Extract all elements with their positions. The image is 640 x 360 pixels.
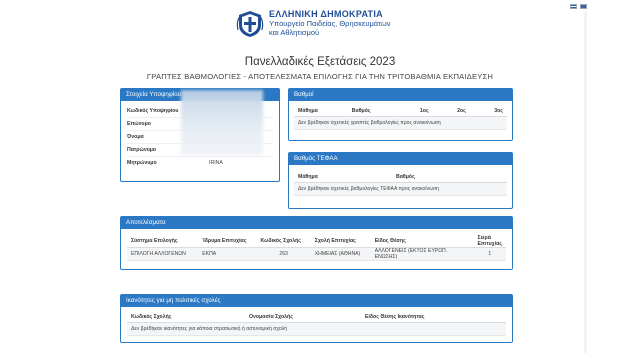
- mother-name-value: IRINA: [209, 160, 223, 166]
- eligibility-empty-message: Δεν βρέθηκαν ικανότητες για κάποια στρατ…: [127, 322, 506, 336]
- results-panel-heading: Αποτελέσματα: [121, 217, 512, 229]
- school-name-cell: ΧΗΜΕΙΑΣ (ΑΘΗΝΑ): [310, 247, 371, 261]
- selection-system-cell: ΕΠΙΛΟΓΗ ΑΛΛΟΓΕΝΩΝ: [127, 247, 199, 261]
- ministry-name-line2: και Αθλητισμού: [269, 28, 320, 37]
- tefaa-panel: Βαθμός ΤΕΦΑΑ Μάθημα Βαθμός Δεν βρέθηκαν …: [288, 152, 513, 209]
- column-header: 2ος: [453, 105, 491, 117]
- ministry-header: ΕΛΛΗΝΙΚΗ ΔΗΜΟΚΡΑΤΙΑ Υπουργείο Παιδείας, …: [235, 10, 391, 38]
- column-header: Είδος Θέσης: [370, 235, 474, 248]
- redacted-personal-data: [181, 90, 263, 156]
- mother-name-label: Μητρώνυμο: [127, 160, 157, 166]
- results-table: Σύστημα Επιλογής Ίδρυμα Επιτυχίας Κωδικό…: [127, 235, 506, 261]
- grades-empty-message: Δεν βρέθηκαν σχετικές γραπτές βαθμολογίε…: [294, 116, 507, 130]
- results-panel: Αποτελέσματα Σύστημα Επιλογής Ίδρυμα Επι…: [120, 216, 513, 270]
- column-header: Κωδικός Σχολής: [127, 311, 245, 323]
- column-header: Σύστημα Επιλογής: [127, 235, 199, 248]
- column-header: Σχολή Επιτυχίας: [310, 235, 371, 248]
- position-type-cell: ΑΛΛΟΓΕΝΕΙΣ (ΕΚΤΟΣ ΕΥΡΩΠ. ΕΝΩΣΗΣ): [370, 247, 474, 261]
- eligibility-table: Κωδικός Σχολής Ονομασία Σχολής Είδος Θέσ…: [127, 311, 506, 336]
- government-name: ΕΛΛΗΝΙΚΗ ΔΗΜΟΚΡΑΤΙΑ: [269, 9, 383, 19]
- column-header: Ονομασία Σχολής: [245, 311, 361, 323]
- greek-coat-of-arms-icon: [236, 11, 264, 37]
- school-code-cell: 263: [256, 247, 311, 261]
- ministry-name-line1: Υπουργείο Παιδείας, Θρησκευμάτων: [269, 19, 391, 28]
- grades-table: Μάθημα Βαθμός 1ος 2ος 3ος Δεν βρέθηκαν σ…: [294, 105, 507, 130]
- page-subtitle: ΓΡΑΠΤΕΣ ΒΑΘΜΟΛΟΓΙΕΣ - ΑΠΟΤΕΛΕΣΜΑΤΑ ΕΠΙΛΟ…: [146, 72, 494, 81]
- eligibility-panel: Ικανότητες για μη πολιτικές σχολές Κωδικ…: [120, 294, 513, 343]
- page-title: Πανελλαδικές Εξετάσεις 2023: [244, 56, 396, 68]
- rank-cell: 1: [473, 247, 506, 261]
- grades-panel-heading: Βαθμοί: [289, 89, 512, 101]
- eligibility-panel-heading: Ικανότητες για μη πολιτικές σχολές: [121, 295, 512, 307]
- column-header: 1ος: [415, 105, 454, 117]
- column-header: 3ος: [490, 105, 507, 117]
- flag-greek-icon[interactable]: [570, 4, 577, 9]
- column-header: Βαθμός: [392, 171, 507, 183]
- column-header: Είδος Θέσης Ικανότητας: [361, 311, 506, 323]
- column-header: Βαθμός: [347, 105, 416, 117]
- tefaa-empty-message: Δεν βρέθηκαν σχετικές βαθμολογίες ΤΕΦΑΑ …: [294, 182, 507, 196]
- column-header: Μάθημα: [294, 171, 392, 183]
- column-header: Ίδρυμα Επιτυχίας: [198, 235, 257, 248]
- tefaa-panel-heading: Βαθμός ΤΕΦΑΑ: [289, 153, 512, 165]
- grades-panel: Βαθμοί Μάθημα Βαθμός 1ος 2ος 3ος Δεν βρέ…: [288, 88, 513, 141]
- table-row: ΕΠΙΛΟΓΗ ΑΛΛΟΓΕΝΩΝ ΕΚΠΑ 263 ΧΗΜΕΙΑΣ (ΑΘΗΝ…: [127, 247, 506, 261]
- column-header: Μάθημα: [294, 105, 348, 117]
- tefaa-table: Μάθημα Βαθμός Δεν βρέθηκαν σχετικές βαθμ…: [294, 171, 507, 196]
- page-scrollbar[interactable]: [584, 12, 587, 353]
- institution-cell: ΕΚΠΑ: [198, 247, 257, 261]
- column-header: Κωδικός Σχολής: [256, 235, 311, 248]
- language-switcher: [570, 4, 587, 9]
- column-header: Σειρά Επιτυχίας: [473, 235, 506, 248]
- candidate-row: Μητρώνυμο IRINA: [127, 157, 273, 169]
- flag-english-icon[interactable]: [580, 4, 587, 9]
